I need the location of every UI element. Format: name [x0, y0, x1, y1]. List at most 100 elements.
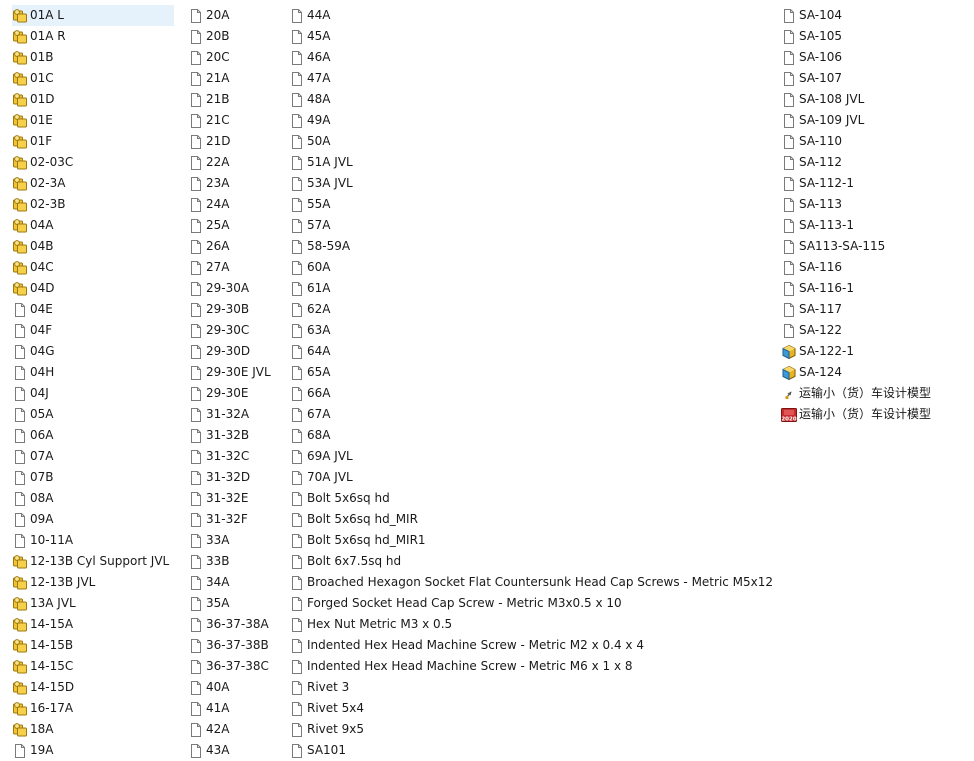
file-item[interactable]: 35A [188, 593, 280, 614]
file-item[interactable]: Rivet 5x4 [289, 698, 769, 719]
file-item[interactable]: 01B [12, 47, 174, 68]
file-item[interactable]: 42A [188, 719, 280, 740]
file-item[interactable]: 47A [289, 68, 769, 89]
file-item[interactable]: 66A [289, 383, 769, 404]
file-item[interactable]: SA-117 [781, 299, 951, 320]
file-item[interactable]: 31-32A [188, 404, 280, 425]
file-item[interactable]: 运输小（货）车设计模型 [781, 383, 951, 404]
file-item[interactable]: Forged Socket Head Cap Screw - Metric M3… [289, 593, 769, 614]
file-item[interactable]: 33A [188, 530, 280, 551]
file-item[interactable]: 07B [12, 467, 174, 488]
file-item[interactable]: 57A [289, 215, 769, 236]
file-item[interactable]: 68A [289, 425, 769, 446]
file-item[interactable]: 67A [289, 404, 769, 425]
file-item[interactable]: 12-13B JVL [12, 572, 174, 593]
file-item[interactable]: 36-37-38C [188, 656, 280, 677]
file-item[interactable]: Bolt 5x6sq hd [289, 488, 769, 509]
file-item[interactable]: 02-3B [12, 194, 174, 215]
file-item[interactable]: 04G [12, 341, 174, 362]
file-item[interactable]: SA-109 JVL [781, 110, 951, 131]
file-item[interactable]: 62A [289, 299, 769, 320]
file-item[interactable]: 04C [12, 257, 174, 278]
file-item[interactable]: 21B [188, 89, 280, 110]
file-item[interactable]: 22A [188, 152, 280, 173]
file-item[interactable]: Indented Hex Head Machine Screw - Metric… [289, 635, 769, 656]
file-item[interactable]: 29-30E JVL [188, 362, 280, 383]
file-item[interactable]: SA-105 [781, 26, 951, 47]
file-item[interactable]: 41A [188, 698, 280, 719]
file-item[interactable]: 13A JVL [12, 593, 174, 614]
file-item[interactable]: SA-107 [781, 68, 951, 89]
file-item[interactable]: SA-113 [781, 194, 951, 215]
file-item[interactable]: 65A [289, 362, 769, 383]
file-item[interactable]: 02-3A [12, 173, 174, 194]
file-item[interactable]: 55A [289, 194, 769, 215]
file-item[interactable]: 29-30E [188, 383, 280, 404]
file-item[interactable]: 40A [188, 677, 280, 698]
file-item[interactable]: 64A [289, 341, 769, 362]
file-item[interactable]: 05A [12, 404, 174, 425]
file-item[interactable]: 29-30D [188, 341, 280, 362]
file-item[interactable]: 01A L [12, 5, 174, 26]
file-item[interactable]: 04E [12, 299, 174, 320]
file-item[interactable]: 31-32C [188, 446, 280, 467]
file-item[interactable]: 01E [12, 110, 174, 131]
file-item[interactable]: 21D [188, 131, 280, 152]
file-item[interactable]: SA-122 [781, 320, 951, 341]
file-item[interactable]: 29-30B [188, 299, 280, 320]
file-item[interactable]: SA113-SA-115 [781, 236, 951, 257]
file-item[interactable]: SA-122-1 [781, 341, 951, 362]
file-item[interactable]: SA-112-1 [781, 173, 951, 194]
file-item[interactable]: 09A [12, 509, 174, 530]
file-item[interactable]: 19A [12, 740, 174, 761]
file-item[interactable]: 14-15B [12, 635, 174, 656]
file-item[interactable]: 31-32E [188, 488, 280, 509]
file-item[interactable]: Bolt 5x6sq hd_MIR1 [289, 530, 769, 551]
file-item[interactable]: 60A [289, 257, 769, 278]
file-item[interactable]: Indented Hex Head Machine Screw - Metric… [289, 656, 769, 677]
file-item[interactable]: 29-30A [188, 278, 280, 299]
file-item[interactable]: 43A [188, 740, 280, 761]
file-item[interactable]: 10-11A [12, 530, 174, 551]
file-item[interactable]: 29-30C [188, 320, 280, 341]
file-item[interactable]: 12-13B Cyl Support JVL [12, 551, 174, 572]
file-item[interactable]: 01D [12, 89, 174, 110]
file-item[interactable]: 23A [188, 173, 280, 194]
file-item[interactable]: SA-110 [781, 131, 951, 152]
file-item[interactable]: SA-113-1 [781, 215, 951, 236]
file-item[interactable]: SA-116-1 [781, 278, 951, 299]
file-item[interactable]: 36-37-38A [188, 614, 280, 635]
file-item[interactable]: 45A [289, 26, 769, 47]
file-item[interactable]: 34A [188, 572, 280, 593]
file-item[interactable]: SA101 [289, 740, 769, 761]
file-item[interactable]: 46A [289, 47, 769, 68]
file-item[interactable]: 44A [289, 5, 769, 26]
file-item[interactable]: Bolt 6x7.5sq hd [289, 551, 769, 572]
file-item[interactable]: 48A [289, 89, 769, 110]
file-item[interactable]: 61A [289, 278, 769, 299]
file-item[interactable]: 51A JVL [289, 152, 769, 173]
file-item[interactable]: Hex Nut Metric M3 x 0.5 [289, 614, 769, 635]
file-item[interactable]: 20C [188, 47, 280, 68]
file-item[interactable]: 31-32D [188, 467, 280, 488]
file-item[interactable]: 14-15C [12, 656, 174, 677]
file-item[interactable]: 20A [188, 5, 280, 26]
file-item[interactable]: 14-15D [12, 677, 174, 698]
file-item[interactable]: Rivet 3 [289, 677, 769, 698]
file-item[interactable]: 04J [12, 383, 174, 404]
file-item[interactable]: 58-59A [289, 236, 769, 257]
file-item[interactable]: 24A [188, 194, 280, 215]
file-item[interactable]: 50A [289, 131, 769, 152]
file-item[interactable]: Rivet 9x5 [289, 719, 769, 740]
file-item[interactable]: 25A [188, 215, 280, 236]
file-item[interactable]: 53A JVL [289, 173, 769, 194]
file-item[interactable]: 01A R [12, 26, 174, 47]
file-item[interactable]: SA-108 JVL [781, 89, 951, 110]
file-item[interactable]: 04D [12, 278, 174, 299]
file-item[interactable]: Broached Hexagon Socket Flat Countersunk… [289, 572, 773, 593]
file-item[interactable]: 06A [12, 425, 174, 446]
file-item[interactable]: 04F [12, 320, 174, 341]
file-item[interactable]: 36-37-38B [188, 635, 280, 656]
file-item[interactable]: 21A [188, 68, 280, 89]
file-item[interactable]: 69A JVL [289, 446, 769, 467]
